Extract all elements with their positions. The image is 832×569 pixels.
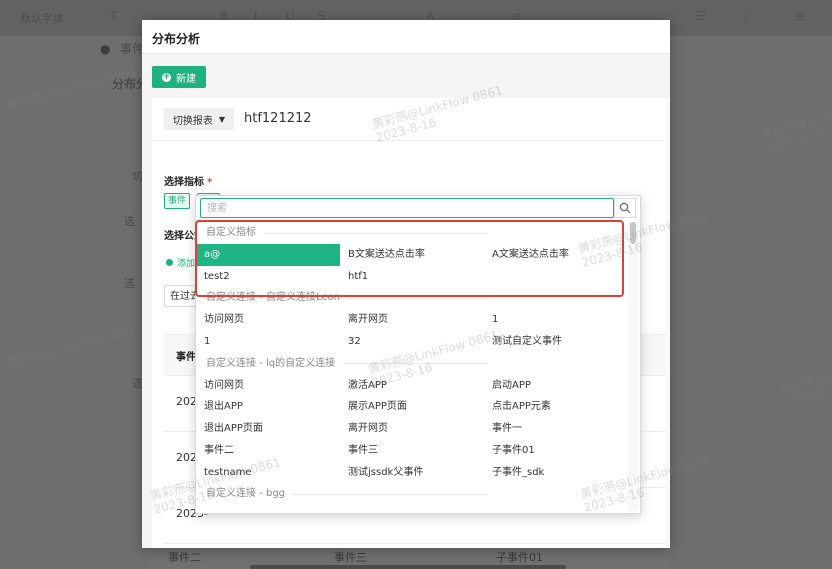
dropdown-scrollbar-thumb[interactable] (630, 222, 636, 244)
plus-icon: + (162, 71, 171, 82)
option-row: test2 htf1 (196, 266, 628, 288)
option-item[interactable]: 访问网页 (196, 375, 340, 397)
metric-tag-event[interactable]: 事件 (164, 193, 191, 209)
bg-label-1: 选 (124, 215, 135, 228)
option-item[interactable]: A文案送达点击率 (484, 244, 628, 266)
search-input[interactable] (201, 199, 613, 217)
watermark: 黄彩燕@LinkFlow 0861 (4, 322, 138, 372)
watermark: 黄彩燕@LinkFlow 08612023-8-16 (778, 356, 832, 410)
divider (152, 140, 670, 141)
option-item[interactable]: 子事件_sdk (484, 462, 628, 484)
option-item[interactable]: 32 (340, 331, 484, 353)
option-item[interactable]: 展示APP页面 (340, 396, 484, 418)
switch-report-label: 切换报表 (172, 115, 213, 127)
bg-cell-2: 事件三 (334, 551, 367, 564)
add-icon (166, 259, 173, 266)
option-item[interactable]: 访问网页 (196, 309, 340, 331)
option-item[interactable]: testname (196, 462, 340, 484)
option-item[interactable]: test2 (196, 266, 340, 288)
bg-bullet: ● (100, 42, 111, 56)
option-row: a@ B文案送达点击率 A文案送达点击率 (196, 244, 628, 266)
metric-label: 选择指标 * (164, 177, 213, 188)
metric-dropdown: 自定义指标 a@ B文案送达点击率 A文案送达点击率 test2 htf1 自定… (195, 195, 641, 514)
more-icon: ⋮ (740, 9, 752, 23)
option-row: 退出APP 展示APP页面 点击APP元素 (196, 396, 628, 418)
group-title: 自定义连接 - lq的自定义连接 (196, 353, 628, 375)
option-item[interactable]: 离开网页 (340, 418, 484, 440)
option-item[interactable]: 1 (196, 331, 340, 353)
option-item[interactable]: 测试自定义事件 (484, 331, 628, 353)
option-item[interactable]: 事件二 (196, 440, 340, 462)
option-item[interactable]: 退出APP页面 (196, 418, 340, 440)
option-item[interactable]: 启动APP (484, 375, 628, 397)
option-row: 事件二 事件三 子事件01 (196, 440, 628, 462)
modal-title: 分布分析 (152, 32, 201, 46)
option-row: 退出APP页面 离开网页 事件一 (196, 418, 628, 440)
option-item[interactable]: 测试jssdk父事件 (340, 462, 484, 484)
font-selector: 默认字体 (20, 12, 64, 25)
option-row: 1 32 测试自定义事件 (196, 331, 628, 353)
background-scrollbar[interactable] (250, 565, 566, 569)
watermark: 黄彩燕@LinkFlow 08612023-8-16 (758, 101, 832, 155)
group-title: 自定义连接 - bgg (196, 483, 628, 505)
option-item[interactable]: 事件一 (484, 418, 628, 440)
option-item-selected[interactable]: a@ (196, 244, 340, 266)
option-row: testname 测试jssdk父事件 子事件_sdk (196, 462, 628, 484)
card-scrollbar[interactable] (666, 98, 670, 548)
bg-cell-1: 事件二 (168, 551, 201, 564)
table-icon: ⊞ (795, 9, 806, 23)
new-button-label: 新建 (176, 73, 196, 85)
option-item[interactable]: 退出APP (196, 396, 340, 418)
option-item (484, 266, 628, 288)
chevron-down-icon: ▼ (218, 114, 226, 124)
group-title: 自定义指标 (196, 222, 628, 244)
dropdown-scrollbar-track[interactable] (628, 222, 638, 511)
table-header-event: 事件 (176, 352, 196, 363)
add-label: 添加 (177, 259, 196, 269)
group-title: 自定义连接 - 自定义连接Leon (196, 287, 628, 309)
search-box (200, 198, 614, 218)
bg-heading-events: 事件 (120, 42, 145, 56)
option-list: 自定义指标 a@ B文案送达点击率 A文案送达点击率 test2 htf1 自定… (196, 222, 628, 505)
modal-header: 分布分析 (142, 20, 670, 54)
search-button[interactable] (614, 198, 636, 218)
add-button[interactable]: 添加 (166, 256, 195, 269)
report-name: htf121212 (244, 111, 312, 126)
bg-cell-3: 子事件01 (496, 551, 543, 564)
option-item[interactable]: B文案送达点击率 (340, 244, 484, 266)
bg-label-2: 选 (124, 277, 135, 290)
option-item[interactable]: 子事件01 (484, 440, 628, 462)
switch-report-button[interactable]: 切换报表 ▼ (164, 108, 234, 130)
option-row: 访问网页 激活APP 启动APP (196, 375, 628, 397)
option-item[interactable]: htf1 (340, 266, 484, 288)
option-item[interactable]: 事件三 (340, 440, 484, 462)
option-item[interactable]: 1 (484, 309, 628, 331)
new-button[interactable]: + 新建 (152, 66, 206, 88)
option-item[interactable]: 激活APP (340, 375, 484, 397)
option-item[interactable]: 点击APP元素 (484, 396, 628, 418)
option-item[interactable]: 离开网页 (340, 309, 484, 331)
text-icon: T (110, 9, 118, 23)
option-row: 访问网页 离开网页 1 (196, 309, 628, 331)
list-icon: ☰ (695, 9, 706, 23)
search-icon (619, 202, 631, 214)
